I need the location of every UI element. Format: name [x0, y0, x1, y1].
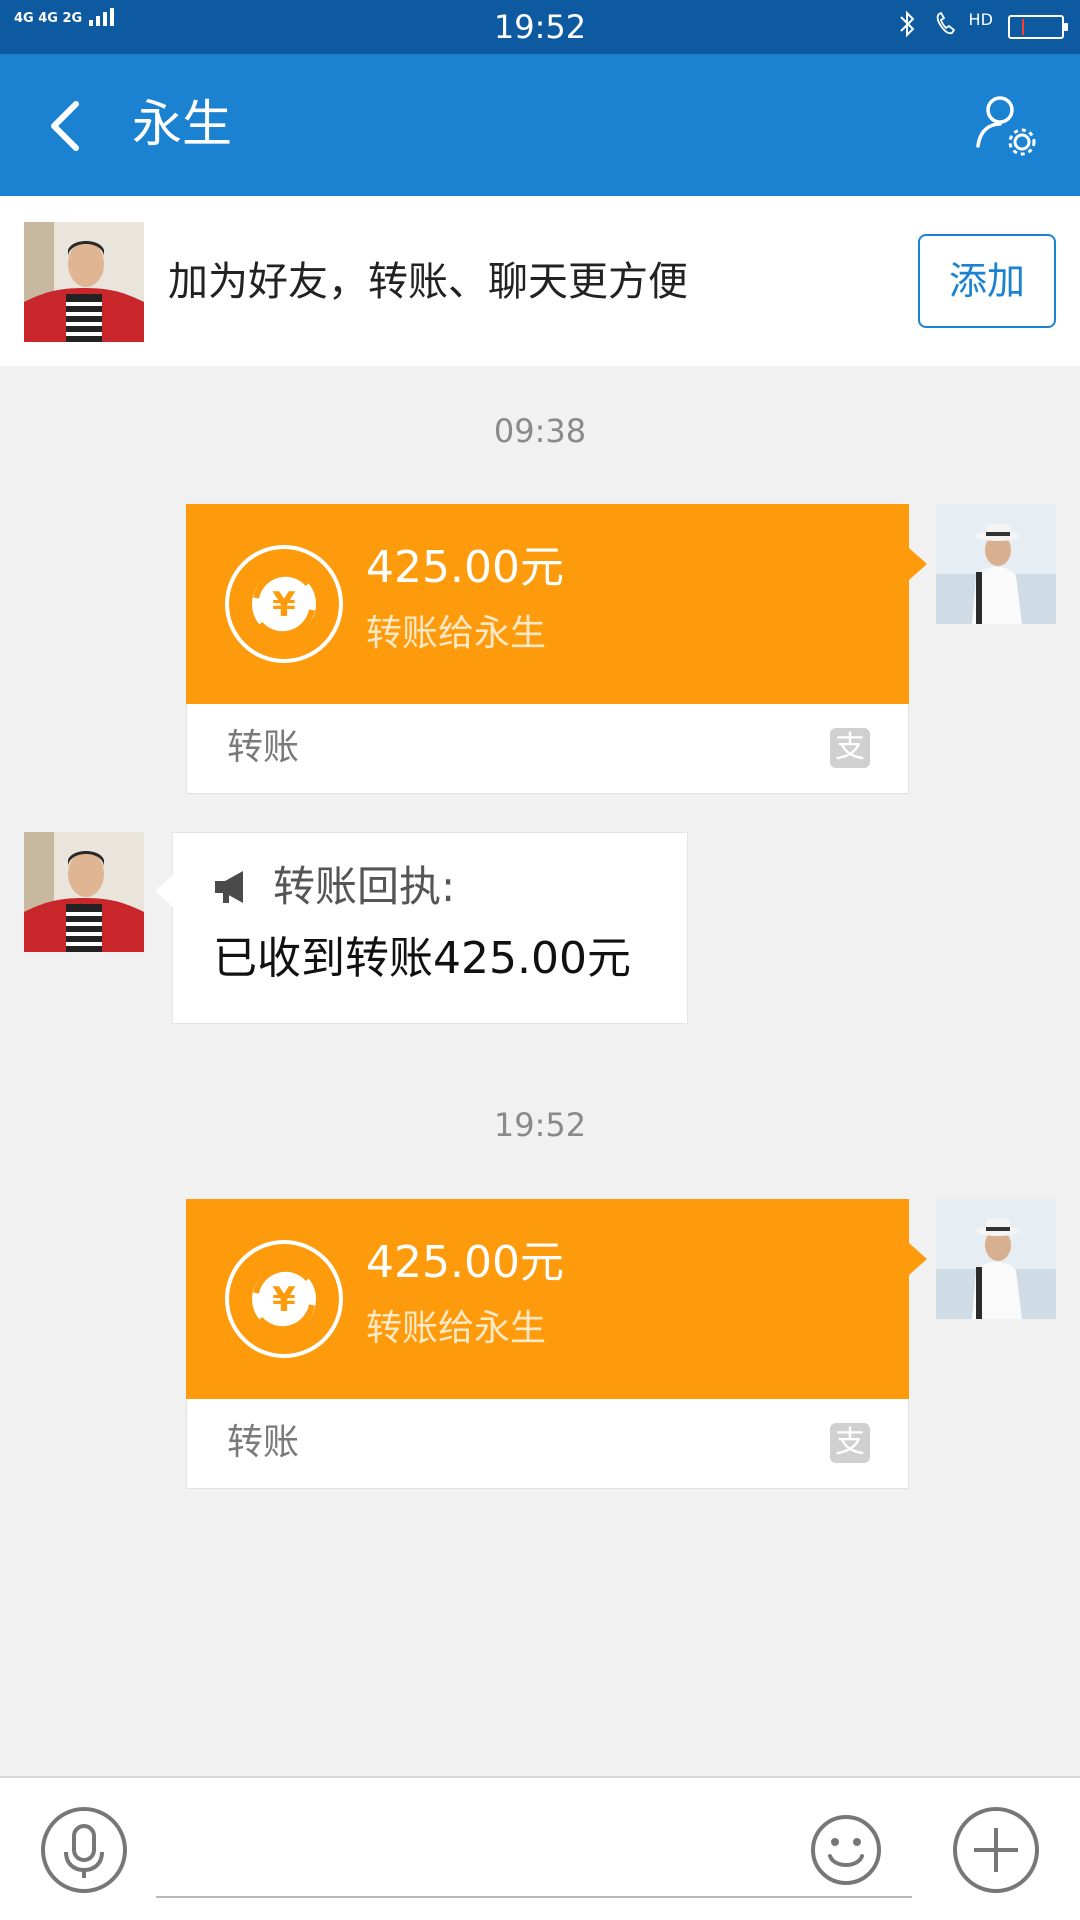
- my-avatar[interactable]: [936, 1199, 1056, 1319]
- title-bar: 永生: [0, 54, 1080, 196]
- message-input-bar: [0, 1776, 1080, 1920]
- transfer-label: 转账: [227, 1422, 300, 1463]
- alipay-icon: 支: [830, 1423, 870, 1463]
- message-timestamp: 09:38: [493, 412, 587, 450]
- receipt-title: 转账回执:: [273, 862, 456, 911]
- transfer-card-header: ¥ 425.00元 转账给永生: [186, 504, 927, 704]
- message-text-input[interactable]: [156, 1896, 912, 1898]
- transfer-yuan-icon: ¥: [224, 1239, 344, 1359]
- plus-icon[interactable]: [952, 1806, 1040, 1894]
- transfer-card-footer: 转账 支: [186, 1399, 909, 1489]
- svg-text:¥: ¥: [272, 585, 296, 625]
- svg-text:¥: ¥: [272, 1280, 296, 1320]
- hd-label: HD: [968, 9, 993, 29]
- transfer-card[interactable]: ¥ 425.00元 转账给永生 转账 支: [186, 504, 927, 794]
- my-avatar[interactable]: [936, 504, 1056, 624]
- message-timestamp: 19:52: [493, 1106, 587, 1144]
- transfer-label: 转账: [227, 727, 300, 768]
- receipt-body: 已收到转账425.00元: [213, 933, 631, 984]
- back-chevron-icon[interactable]: [40, 96, 90, 156]
- transfer-amount: 425.00元: [366, 542, 564, 593]
- transfer-amount: 425.00元: [366, 1237, 564, 1288]
- microphone-icon[interactable]: [40, 1806, 128, 1894]
- transfer-yuan-icon: ¥: [224, 544, 344, 664]
- transfer-recipient: 转账给永生: [366, 1308, 547, 1349]
- megaphone-icon: [213, 869, 253, 905]
- add-friend-prompt: 加为好友，转账、聊天更方便: [168, 259, 688, 305]
- page-title: 永生: [132, 95, 232, 153]
- hd-call-icon: [933, 10, 963, 44]
- add-friend-button[interactable]: 添加: [918, 234, 1056, 328]
- transfer-card[interactable]: ¥ 425.00元 转账给永生 转账 支: [186, 1199, 927, 1489]
- bluetooth-icon: [898, 10, 918, 44]
- battery-level: [1022, 19, 1024, 35]
- profile-settings-icon[interactable]: [970, 90, 1040, 160]
- emoji-icon[interactable]: [810, 1814, 882, 1886]
- status-right-icons: HD: [888, 9, 1068, 44]
- transfer-card-header: ¥ 425.00元 转账给永生: [186, 1199, 927, 1399]
- transfer-receipt-bubble[interactable]: 转账回执: 已收到转账425.00元: [155, 832, 688, 1024]
- contact-avatar[interactable]: [24, 222, 144, 342]
- alipay-icon: 支: [830, 728, 870, 768]
- contact-avatar[interactable]: [24, 832, 144, 952]
- battery-icon: [1008, 15, 1068, 39]
- status-bar: 4G 4G 2G 19:52 HD: [0, 0, 1080, 54]
- transfer-card-footer: 转账 支: [186, 704, 909, 794]
- transfer-recipient: 转账给永生: [366, 613, 547, 654]
- add-friend-banner: 加为好友，转账、聊天更方便 添加: [0, 196, 1080, 366]
